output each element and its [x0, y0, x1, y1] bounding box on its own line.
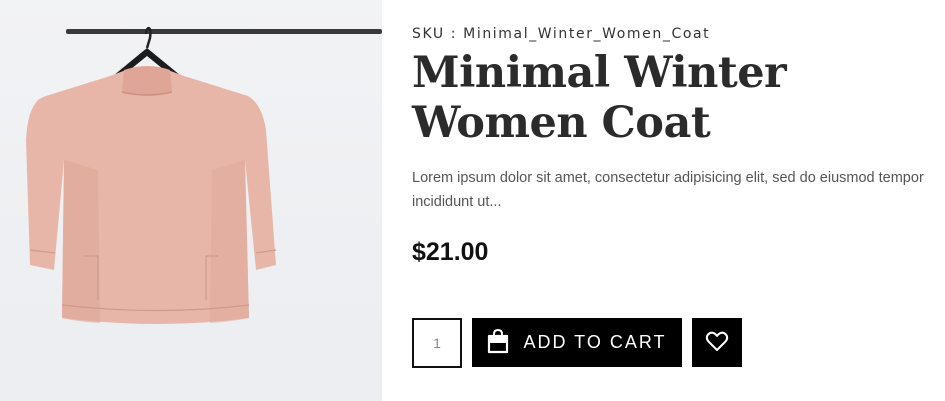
product-title: Minimal Winter Women Coat — [412, 48, 787, 148]
product-description: Lorem ipsum dolor sit amet, consectetur … — [412, 170, 924, 210]
add-to-cart-label: ADD TO CART — [523, 332, 667, 352]
add-to-cart-button[interactable]: ADD TO CART — [472, 318, 682, 367]
product-price: $21.00 — [412, 238, 489, 266]
heart-icon — [705, 330, 729, 355]
product-sku: SKU : Minimal_Winter_Women_Coat — [412, 26, 711, 42]
quantity-input[interactable] — [412, 318, 462, 368]
product-image — [0, 0, 382, 401]
sweater-on-hanger-illustration — [26, 26, 382, 324]
clothes-rail — [66, 29, 382, 34]
shopping-bag-icon — [487, 328, 509, 357]
wishlist-button[interactable] — [692, 318, 742, 367]
sweater-collar — [122, 66, 172, 95]
